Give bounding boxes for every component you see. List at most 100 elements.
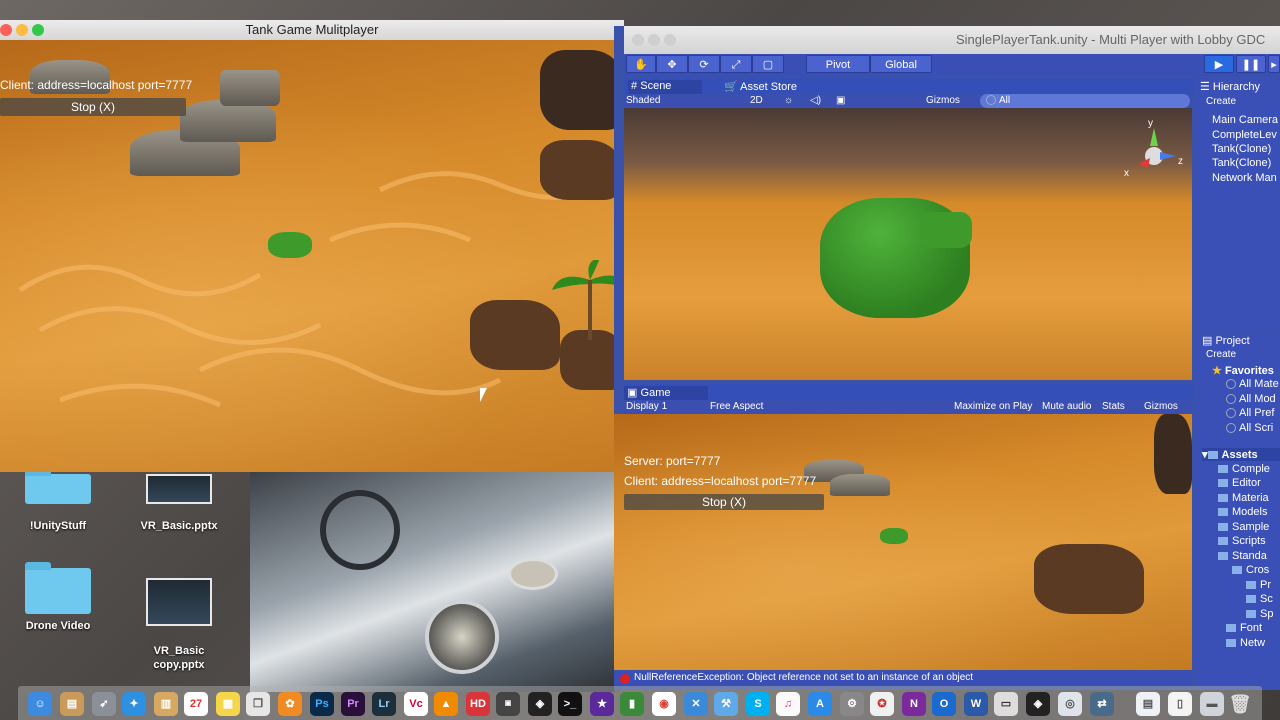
- hd-app-icon[interactable]: HD: [466, 692, 490, 716]
- safari-icon[interactable]: ✦: [122, 692, 146, 716]
- assets-item[interactable]: Sample: [1218, 521, 1269, 533]
- assets-item[interactable]: Netw: [1226, 637, 1265, 649]
- terminal-icon[interactable]: >_: [558, 692, 582, 716]
- effects-icon[interactable]: ▣: [836, 94, 845, 108]
- tab-project[interactable]: ▤ Project: [1202, 334, 1250, 347]
- star-app-icon[interactable]: ★: [590, 692, 614, 716]
- play-button[interactable]: ▶: [1204, 55, 1234, 73]
- stickies-icon[interactable]: ▦: [216, 692, 240, 716]
- assets-item[interactable]: Editor: [1218, 477, 1261, 489]
- launchpad-icon[interactable]: ➶: [92, 692, 116, 716]
- photoshop-icon[interactable]: Ps: [310, 692, 334, 716]
- hierarchy-item[interactable]: Main Camera: [1212, 114, 1278, 126]
- assets-item[interactable]: Standa: [1218, 550, 1267, 562]
- chrome-icon[interactable]: ◉: [652, 692, 676, 716]
- game-gizmos-dropdown[interactable]: Gizmos: [1144, 400, 1178, 414]
- game-viewport[interactable]: Client: address=localhost port=7777 Stop…: [0, 40, 624, 472]
- hierarchy-create-dropdown[interactable]: Create: [1206, 96, 1236, 107]
- hierarchy-item[interactable]: Network Man: [1212, 172, 1277, 184]
- rect-tool-icon[interactable]: ▢: [752, 55, 784, 73]
- notes-icon[interactable]: ▤: [60, 692, 84, 716]
- assets-item[interactable]: Models: [1218, 506, 1267, 518]
- xcode-icon[interactable]: ⚒: [714, 692, 738, 716]
- stats-toggle[interactable]: Stats: [1102, 400, 1125, 414]
- zoom-window-icon[interactable]: [664, 34, 676, 46]
- aspect-dropdown[interactable]: Free Aspect: [710, 400, 763, 414]
- stop-button[interactable]: Stop (X): [0, 98, 186, 116]
- trash-icon[interactable]: 🗑: [1228, 692, 1252, 716]
- tab-asset-store[interactable]: 🛒 Asset Store: [724, 80, 797, 93]
- unity-hub-icon[interactable]: ◈: [1026, 692, 1050, 716]
- itunes-icon[interactable]: ♫: [776, 692, 800, 716]
- console-status-bar[interactable]: NullReferenceException: Object reference…: [614, 672, 1192, 686]
- scale-tool-icon[interactable]: ⤢: [720, 55, 752, 73]
- audio-icon[interactable]: ◁): [810, 94, 821, 108]
- lightroom-icon[interactable]: Lr: [372, 692, 396, 716]
- folder-stack-icon[interactable]: ▬: [1200, 692, 1224, 716]
- desktop-icon-drone-video[interactable]: Drone Video: [3, 562, 113, 632]
- assets-item[interactable]: Comple: [1218, 463, 1270, 475]
- finder-icon[interactable]: ☺: [28, 692, 52, 716]
- pivot-toggle[interactable]: Pivot: [806, 55, 870, 73]
- tab-game[interactable]: ▣ Game: [624, 386, 708, 400]
- word-icon[interactable]: W: [964, 692, 988, 716]
- remote-desktop-icon[interactable]: ✕: [684, 692, 708, 716]
- downloads-stack-icon[interactable]: ▯: [1168, 692, 1192, 716]
- documents-stack-icon[interactable]: ▤: [1136, 692, 1160, 716]
- network-utility-icon[interactable]: ◎: [1058, 692, 1082, 716]
- favorites-item[interactable]: All Pref: [1226, 407, 1274, 419]
- scene-orientation-gizmo[interactable]: y x z: [1124, 118, 1184, 179]
- photo-booth-icon[interactable]: ✪: [870, 692, 894, 716]
- skype-icon[interactable]: S: [746, 692, 770, 716]
- scene-viewport[interactable]: y x z: [624, 108, 1192, 380]
- zoom-window-icon[interactable]: [32, 24, 44, 36]
- sharing-icon[interactable]: ⇄: [1090, 692, 1114, 716]
- shading-mode-dropdown[interactable]: Shaded: [626, 94, 660, 108]
- display-dropdown[interactable]: Display 1: [626, 400, 667, 414]
- desktop-icon-vr-basic-copy-pptx[interactable]: VR_Basic copy.pptx: [124, 566, 234, 684]
- tab-scene[interactable]: # Scene: [628, 80, 702, 94]
- mode-2d-toggle[interactable]: 2D: [750, 94, 763, 108]
- game-window-titlebar[interactable]: Tank Game Mulitplayer: [0, 20, 624, 41]
- assets-item[interactable]: Font: [1226, 622, 1262, 634]
- activity-monitor-icon[interactable]: ▮: [620, 692, 644, 716]
- system-preferences-icon[interactable]: ⚙: [840, 692, 864, 716]
- screen-recorder-icon[interactable]: ▣: [496, 692, 520, 716]
- desktop-icon-vr-basic-pptx[interactable]: VR_Basic.pptx: [124, 474, 234, 532]
- photos-icon[interactable]: ✿: [278, 692, 302, 716]
- hierarchy-item[interactable]: Tank(Clone): [1212, 157, 1271, 169]
- close-window-icon[interactable]: [0, 24, 12, 36]
- hierarchy-item[interactable]: CompleteLev: [1212, 129, 1277, 141]
- favorites-heading[interactable]: ★ Favorites: [1212, 364, 1274, 377]
- tab-hierarchy[interactable]: ☰ Hierarchy: [1200, 80, 1260, 93]
- desktop-icon-unitystuff[interactable]: !UnityStuff: [3, 468, 113, 532]
- project-create-dropdown[interactable]: Create: [1206, 349, 1236, 360]
- move-tool-icon[interactable]: ✥: [656, 55, 688, 73]
- assets-item[interactable]: Scripts: [1218, 535, 1266, 547]
- scene-search-input[interactable]: All: [980, 94, 1190, 108]
- step-button[interactable]: ▸: [1268, 55, 1280, 73]
- game-view-viewport[interactable]: Server: port=7777 Client: address=localh…: [614, 414, 1192, 670]
- favorites-item[interactable]: All Scri: [1226, 422, 1273, 434]
- minimize-window-icon[interactable]: [648, 34, 660, 46]
- mute-audio-toggle[interactable]: Mute audio: [1042, 400, 1091, 414]
- assets-item[interactable]: Materia: [1218, 492, 1269, 504]
- maximize-on-play-toggle[interactable]: Maximize on Play: [954, 400, 1032, 414]
- onenote-icon[interactable]: N: [902, 692, 926, 716]
- vc-app-icon[interactable]: Vc: [404, 692, 428, 716]
- contacts-icon[interactable]: ▥: [154, 692, 178, 716]
- hierarchy-item[interactable]: Tank(Clone): [1212, 143, 1271, 155]
- keynote-icon[interactable]: ▭: [994, 692, 1018, 716]
- favorites-item[interactable]: All Mod: [1226, 393, 1276, 405]
- premiere-icon[interactable]: Pr: [341, 692, 365, 716]
- pause-button[interactable]: ❚❚: [1236, 55, 1266, 73]
- close-window-icon[interactable]: [632, 34, 644, 46]
- rotate-tool-icon[interactable]: ⟳: [688, 55, 720, 73]
- global-toggle[interactable]: Global: [870, 55, 932, 73]
- minimize-window-icon[interactable]: [16, 24, 28, 36]
- unity-titlebar[interactable]: SinglePlayerTank.unity - Multi Player wi…: [624, 26, 1280, 54]
- stop-button[interactable]: Stop (X): [624, 494, 824, 510]
- assets-item[interactable]: Sc: [1246, 593, 1273, 605]
- unity-icon[interactable]: ◈: [528, 692, 552, 716]
- outlook-icon[interactable]: O: [932, 692, 956, 716]
